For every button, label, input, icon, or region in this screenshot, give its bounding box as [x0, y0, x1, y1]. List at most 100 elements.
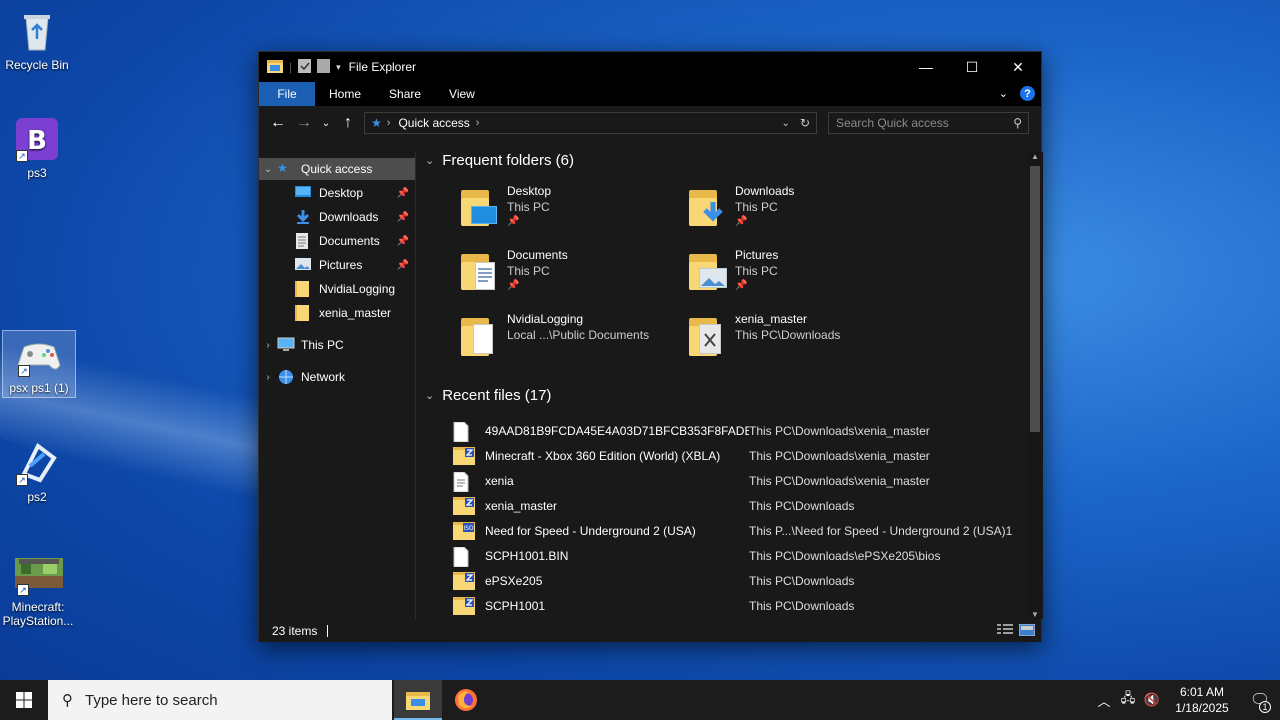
- scroll-up-icon[interactable]: ▲: [1027, 152, 1043, 161]
- new-folder-icon[interactable]: [317, 58, 331, 76]
- nav-item-quick-access[interactable]: ⌄ ★ Quick access: [259, 158, 415, 180]
- recent-file-name: xenia_master: [485, 498, 558, 513]
- nav-item-documents[interactable]: Documents 📌: [259, 230, 415, 252]
- recent-file-row[interactable]: ePSXe205 This PC\Downloads: [453, 568, 1033, 593]
- collapse-group-chevron-icon[interactable]: ⌄: [425, 154, 434, 167]
- recent-file-path: This PC\Downloads: [749, 598, 855, 613]
- taskbar-search-box[interactable]: ⚲ Type here to search: [48, 680, 392, 720]
- volume-muted-icon[interactable]: 🔇: [1140, 692, 1164, 708]
- collapse-group-chevron-icon[interactable]: ⌄: [425, 389, 434, 402]
- tab-home[interactable]: Home: [315, 82, 375, 106]
- search-input[interactable]: [829, 116, 999, 130]
- frequent-folders-header[interactable]: ⌄ Frequent folders (6): [425, 152, 574, 169]
- breadcrumb-separator-icon[interactable]: ›: [387, 117, 391, 129]
- nav-item-nvidialogging[interactable]: NvidiaLogging: [259, 278, 415, 300]
- desktop-icon-recycle-bin[interactable]: Recycle Bin: [0, 8, 74, 72]
- nav-item-pictures[interactable]: Pictures 📌: [259, 254, 415, 276]
- desktop-icon-ps3[interactable]: B ↗ ps3: [0, 116, 74, 180]
- details-view-icon[interactable]: [997, 624, 1013, 636]
- address-bar[interactable]: ★ › Quick access › ⌄ ↻: [364, 112, 817, 134]
- show-hidden-icons-chevron-icon[interactable]: ︿: [1092, 691, 1116, 710]
- content-pane[interactable]: ⌄ Frequent folders (6) Desktop This PC 📌…: [417, 152, 1043, 619]
- nav-item-desktop[interactable]: Desktop 📌: [259, 182, 415, 204]
- vertical-scrollbar[interactable]: ▲ ▼: [1027, 152, 1043, 619]
- collapse-chevron-icon[interactable]: ⌄: [259, 164, 277, 175]
- taskbar-firefox-button[interactable]: [442, 680, 490, 720]
- nav-item-this-pc[interactable]: › This PC: [259, 334, 415, 356]
- large-icons-view-icon[interactable]: [1018, 623, 1036, 637]
- scroll-down-icon[interactable]: ▼: [1027, 610, 1043, 619]
- pin-icon: 📌: [396, 187, 409, 199]
- desktop-folder-icon: [461, 186, 501, 228]
- folder-icon: [295, 305, 313, 321]
- action-center-button[interactable]: 🗨 1: [1240, 680, 1280, 720]
- close-button[interactable]: ✕: [995, 52, 1041, 82]
- status-bar: 23 items: [259, 619, 1041, 642]
- scrollbar-thumb[interactable]: [1030, 166, 1040, 432]
- recent-file-row[interactable]: 49AAD81B9FCDA45E4A03D71BFCB353F8FADB2...…: [453, 418, 1033, 443]
- frequent-folder-tile[interactable]: Downloads This PC 📌: [685, 184, 905, 240]
- nav-item-xenia-master[interactable]: xenia_master: [259, 302, 415, 324]
- recent-locations-chevron-icon[interactable]: ⌄: [317, 110, 335, 136]
- refresh-icon[interactable]: ↻: [800, 116, 810, 130]
- properties-icon[interactable]: [298, 58, 312, 76]
- start-button[interactable]: [0, 680, 48, 720]
- recent-file-name: SCPH1001: [485, 598, 546, 613]
- documents-icon: [295, 233, 313, 249]
- recent-file-row[interactable]: xenia_master This PC\Downloads: [453, 493, 1033, 518]
- nav-item-downloads[interactable]: Downloads 📌: [259, 206, 415, 228]
- back-button[interactable]: ←: [265, 110, 291, 136]
- customize-toolbar-chevron-icon[interactable]: ▾: [336, 62, 341, 73]
- clock-time: 6:01 AM: [1179, 685, 1225, 699]
- recent-files-header[interactable]: ⌄ Recent files (17): [425, 387, 551, 404]
- expand-ribbon-chevron-icon[interactable]: ⌄: [999, 87, 1008, 100]
- help-icon[interactable]: ?: [1020, 86, 1035, 101]
- recycle-bin-icon: [14, 8, 60, 54]
- recent-file-row[interactable]: Minecraft - Xbox 360 Edition (World) (XB…: [453, 443, 1033, 468]
- search-box[interactable]: ⚲: [828, 112, 1029, 134]
- frequent-folder-tile[interactable]: xenia_master This PC\Downloads: [685, 312, 905, 368]
- frequent-folder-tile[interactable]: Pictures This PC 📌: [685, 248, 905, 304]
- frequent-folder-tile[interactable]: NvidiaLogging Local ...\Public Documents: [457, 312, 677, 368]
- computer-icon: [277, 337, 295, 353]
- recent-file-row[interactable]: SCPH1001.BIN This PC\Downloads\ePSXe205\b…: [453, 543, 1033, 568]
- taskbar-clock[interactable]: 6:01 AM 1/18/2025: [1164, 684, 1240, 716]
- firefox-icon: [455, 689, 477, 711]
- desktop-icon-psx[interactable]: ↗ psx ps1 (1): [2, 330, 76, 398]
- recent-file-row[interactable]: SCPH1001 This PC\Downloads: [453, 593, 1033, 618]
- tab-share[interactable]: Share: [375, 82, 435, 106]
- status-divider: [327, 624, 329, 637]
- navigation-pane[interactable]: ⌄ ★ Quick access Desktop 📌 Downloads 📌 D…: [259, 152, 416, 619]
- nav-item-network[interactable]: › Network: [259, 366, 415, 388]
- expand-chevron-icon[interactable]: ›: [259, 340, 277, 351]
- tab-view[interactable]: View: [435, 82, 489, 106]
- recent-file-row[interactable]: ISO Need for Speed - Underground 2 (USA) T…: [453, 518, 1033, 543]
- breadcrumb-quick-access[interactable]: Quick access: [398, 116, 469, 130]
- system-tray: ︿ 🖧 🔇 6:01 AM 1/18/2025 🗨 1: [1092, 680, 1280, 720]
- desktop-icon-ps2[interactable]: ↗ ps2: [0, 440, 74, 504]
- quick-access-toolbar: | ▾: [259, 58, 341, 76]
- file-explorer-icon: [406, 692, 430, 710]
- up-button[interactable]: ↑: [335, 110, 361, 136]
- title-bar[interactable]: | ▾ File Explorer — ☐ ✕: [259, 52, 1041, 82]
- desktop-icon-label: ps2: [27, 490, 47, 504]
- maximize-button[interactable]: ☐: [949, 52, 995, 82]
- frequent-folder-tile[interactable]: Documents This PC 📌: [457, 248, 677, 304]
- recent-file-name: 49AAD81B9FCDA45E4A03D71BFCB353F8FADB2...: [485, 423, 749, 438]
- file-explorer-window[interactable]: | ▾ File Explorer — ☐ ✕ File Home Share …: [258, 51, 1043, 642]
- nav-item-label: This PC: [301, 338, 344, 352]
- taskbar-file-explorer-button[interactable]: [394, 680, 442, 720]
- recent-file-row[interactable]: xenia This PC\Downloads\xenia_master: [453, 468, 1033, 493]
- breadcrumb-chevron-icon[interactable]: ›: [476, 117, 480, 129]
- minimize-button[interactable]: —: [903, 52, 949, 82]
- recent-file-name: SCPH1001.BIN: [485, 548, 569, 563]
- forward-button[interactable]: →: [291, 110, 317, 136]
- network-status-icon[interactable]: 🖧: [1116, 689, 1140, 711]
- recent-file-path: This PC\Downloads\xenia_master: [749, 448, 930, 463]
- expand-chevron-icon[interactable]: ›: [259, 372, 277, 383]
- tab-file[interactable]: File: [259, 82, 315, 106]
- folder-icon: [461, 314, 501, 356]
- address-dropdown-chevron-icon[interactable]: ⌄: [782, 118, 790, 129]
- frequent-folder-tile[interactable]: Desktop This PC 📌: [457, 184, 677, 240]
- desktop-icon-minecraft[interactable]: ↗ Minecraft: PlayStation...: [0, 556, 76, 628]
